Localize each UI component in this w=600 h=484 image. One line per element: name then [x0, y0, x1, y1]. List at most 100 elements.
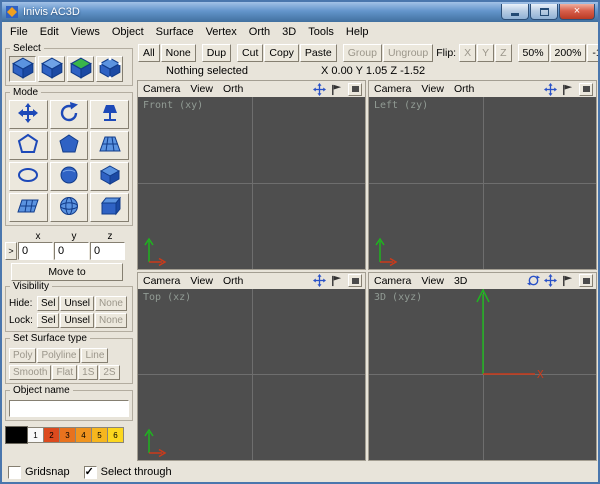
cut-button[interactable]: Cut [237, 43, 264, 62]
view-menu[interactable]: View [185, 274, 218, 288]
palette-swatch-1[interactable]: 1 [28, 426, 44, 443]
flat-button[interactable]: Flat [52, 365, 78, 380]
flag-icon[interactable] [561, 83, 574, 96]
menu-item-file[interactable]: File [4, 24, 34, 40]
mode-disc-button[interactable] [49, 162, 89, 191]
viewport-front-canvas[interactable]: Front (xy) [138, 97, 365, 269]
viewport-3d-canvas[interactable]: 3D (xyz) X [369, 288, 596, 460]
viewport-left-canvas[interactable]: Left (zy) [369, 97, 596, 269]
view-menu[interactable]: View [416, 274, 449, 288]
one-sided-button[interactable]: 1S [78, 365, 99, 380]
menu-item-surface[interactable]: Surface [150, 24, 200, 40]
camera-menu[interactable]: Camera [369, 274, 416, 288]
smooth-button[interactable]: Smooth [9, 365, 52, 380]
coord-z-input[interactable] [90, 242, 125, 260]
viewport-menu-button[interactable] [348, 82, 362, 96]
coord-x-input[interactable] [18, 242, 53, 260]
duplicate-button[interactable]: Dup [201, 43, 232, 62]
mode-box-button[interactable] [90, 193, 129, 222]
gridsnap-checkbox-box[interactable] [8, 465, 21, 479]
3d-menu[interactable]: 3D [449, 274, 472, 288]
mode-trapezoid-button[interactable] [90, 131, 129, 160]
coords-apply-button[interactable]: > [5, 242, 17, 260]
gridsnap-checkbox[interactable]: Gridsnap [8, 465, 70, 479]
pan-icon[interactable] [313, 274, 326, 287]
orth-menu[interactable]: Orth [449, 82, 479, 96]
line-button[interactable]: Line [81, 348, 109, 363]
flip-z-button[interactable]: Z [495, 43, 512, 62]
select-all-button[interactable]: All [138, 43, 160, 62]
menu-item-object[interactable]: Object [106, 24, 150, 40]
move-to-button[interactable]: Move to [11, 263, 123, 281]
copy-button[interactable]: Copy [264, 43, 299, 62]
hide-unsel-button[interactable]: Unsel [60, 296, 95, 311]
hide-sel-button[interactable]: Sel [37, 296, 60, 311]
lock-none-button[interactable]: None [95, 313, 127, 328]
camera-menu[interactable]: Camera [369, 82, 416, 96]
pan-icon[interactable] [544, 82, 557, 96]
orth-menu[interactable]: Orth [218, 82, 248, 96]
coord-y-input[interactable] [54, 242, 89, 260]
select-through-checkbox-box[interactable] [83, 465, 97, 479]
group-button[interactable]: Group [342, 43, 382, 62]
select-surface-button[interactable] [67, 56, 94, 82]
mode-grid-button[interactable] [9, 193, 48, 222]
select-vertex-button[interactable] [96, 56, 123, 82]
mode-cube-button[interactable] [90, 162, 129, 191]
titlebar[interactable]: Inivis AC3D × [2, 2, 598, 22]
minimize-button[interactable] [501, 4, 529, 20]
flag-icon[interactable] [561, 274, 574, 287]
paste-button[interactable]: Paste [299, 43, 337, 62]
palette-swatch-2[interactable]: 2 [44, 426, 60, 443]
ungroup-button[interactable]: Ungroup [382, 43, 434, 62]
mode-ellipse-button[interactable] [9, 162, 48, 191]
palette-swatch-5[interactable]: 5 [92, 426, 108, 443]
object-name-input[interactable] [9, 399, 129, 417]
select-none-button[interactable]: None [160, 43, 196, 62]
two-sided-button[interactable]: 2S [99, 365, 120, 380]
menu-item-views[interactable]: Views [65, 24, 106, 40]
viewport-menu-button[interactable] [579, 274, 593, 287]
view-menu[interactable]: View [416, 82, 449, 96]
orth-menu[interactable]: Orth [218, 274, 248, 288]
menu-item-vertex[interactable]: Vertex [200, 24, 243, 40]
palette-swatch-6[interactable]: 6 [108, 426, 124, 443]
zoom-50-button[interactable]: 50% [517, 43, 549, 62]
menu-item-help[interactable]: Help [340, 24, 375, 40]
pan-icon[interactable] [313, 82, 326, 96]
mode-move-button[interactable] [9, 100, 48, 129]
orbit-icon[interactable] [527, 274, 540, 287]
select-group-button[interactable] [9, 56, 36, 82]
zoom-200-button[interactable]: 200% [549, 43, 587, 62]
view-menu[interactable]: View [185, 82, 218, 96]
lock-unsel-button[interactable]: Unsel [60, 313, 95, 328]
select-object-button[interactable] [38, 56, 65, 82]
mode-polygon-outline-button[interactable] [9, 131, 48, 160]
palette-swatch-3[interactable]: 3 [60, 426, 76, 443]
zoom-minus10-button[interactable]: -10% [587, 43, 598, 62]
viewport-menu-button[interactable] [348, 274, 362, 287]
mode-rotate-button[interactable] [49, 100, 89, 129]
mode-polygon-button[interactable] [49, 131, 89, 160]
select-through-checkbox[interactable]: Select through [83, 465, 172, 479]
mode-sphere-button[interactable] [49, 193, 89, 222]
poly-button[interactable]: Poly [9, 348, 37, 363]
mode-lamp-button[interactable] [90, 100, 129, 129]
palette-current-color[interactable] [5, 425, 28, 444]
viewport-menu-button[interactable] [579, 82, 593, 96]
close-button[interactable]: × [559, 4, 595, 20]
menu-item-orth[interactable]: Orth [243, 24, 276, 40]
pan-icon[interactable] [544, 274, 557, 287]
flip-y-button[interactable]: Y [477, 43, 495, 62]
hide-none-button[interactable]: None [95, 296, 127, 311]
viewport-top-canvas[interactable]: Top (xz) [138, 288, 365, 460]
flag-icon[interactable] [330, 83, 343, 96]
flip-x-button[interactable]: X [459, 43, 477, 62]
menu-item-edit[interactable]: Edit [34, 24, 65, 40]
lock-sel-button[interactable]: Sel [37, 313, 60, 328]
menu-item-3d[interactable]: 3D [276, 24, 302, 40]
maximize-button[interactable] [530, 4, 558, 20]
flag-icon[interactable] [330, 274, 343, 287]
menu-item-tools[interactable]: Tools [302, 24, 340, 40]
polyline-button[interactable]: Polyline [37, 348, 81, 363]
